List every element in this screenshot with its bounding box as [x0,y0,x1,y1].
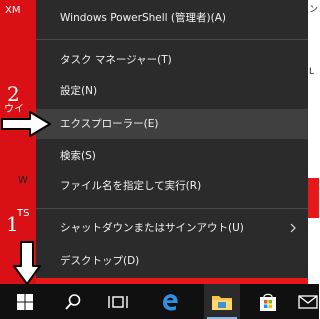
store-icon [260,293,276,311]
menu-item-desktop[interactable]: デスクトップ(D) [36,246,308,276]
menu-item-task-manager[interactable]: タスク マネージャー(T) [36,45,308,75]
winx-context-menu: Windows PowerShell (管理者)(A) タスク マネージャー(T… [36,0,308,278]
task-view-button[interactable] [100,284,136,319]
desktop-label-w[interactable]: W [18,175,28,187]
desktop-fragment-l: L [309,67,315,77]
mail-icon [297,294,318,309]
menu-item-search[interactable]: 検索(S) [36,141,308,171]
search-button[interactable] [55,284,91,319]
mail-button[interactable] [296,284,319,319]
step-1-number: 1 [6,212,19,236]
store-button[interactable] [250,284,286,319]
menu-separator [36,208,308,209]
desktop-right-edge-red [308,178,319,218]
menu-item-settings[interactable]: 設定(N) [36,76,308,106]
edge-icon [163,293,178,310]
menu-item-shutdown-label: シャットダウンまたはサインアウト(U) [60,222,244,234]
edge-button[interactable] [152,284,188,319]
search-icon [65,293,81,310]
desktop-fragment-n: ン [309,5,319,15]
step-2-number: 2 [7,82,20,106]
menu-item-run[interactable]: ファイル名を指定して実行(R) [36,171,308,201]
start-button[interactable] [7,284,43,319]
desktop-right-edge [308,0,319,284]
menu-item-powershell-admin[interactable]: Windows PowerShell (管理者)(A) [36,3,308,33]
desktop-label-ts[interactable]: TS [17,208,29,220]
arrow-right-icon [1,111,51,137]
arrow-down-icon [13,241,41,285]
file-explorer-button[interactable] [204,284,240,319]
chevron-right-icon [290,223,296,233]
taskbar [0,284,319,319]
desktop-label-xm[interactable]: XM [5,5,20,17]
windows-start-icon [17,293,33,310]
menu-item-explorer[interactable]: エクスプローラー(E) [36,109,308,139]
file-explorer-icon [212,295,232,310]
task-view-icon [108,295,128,308]
menu-item-shutdown-signout[interactable]: シャットダウンまたはサインアウト(U) [36,213,308,243]
menu-separator [36,39,308,40]
